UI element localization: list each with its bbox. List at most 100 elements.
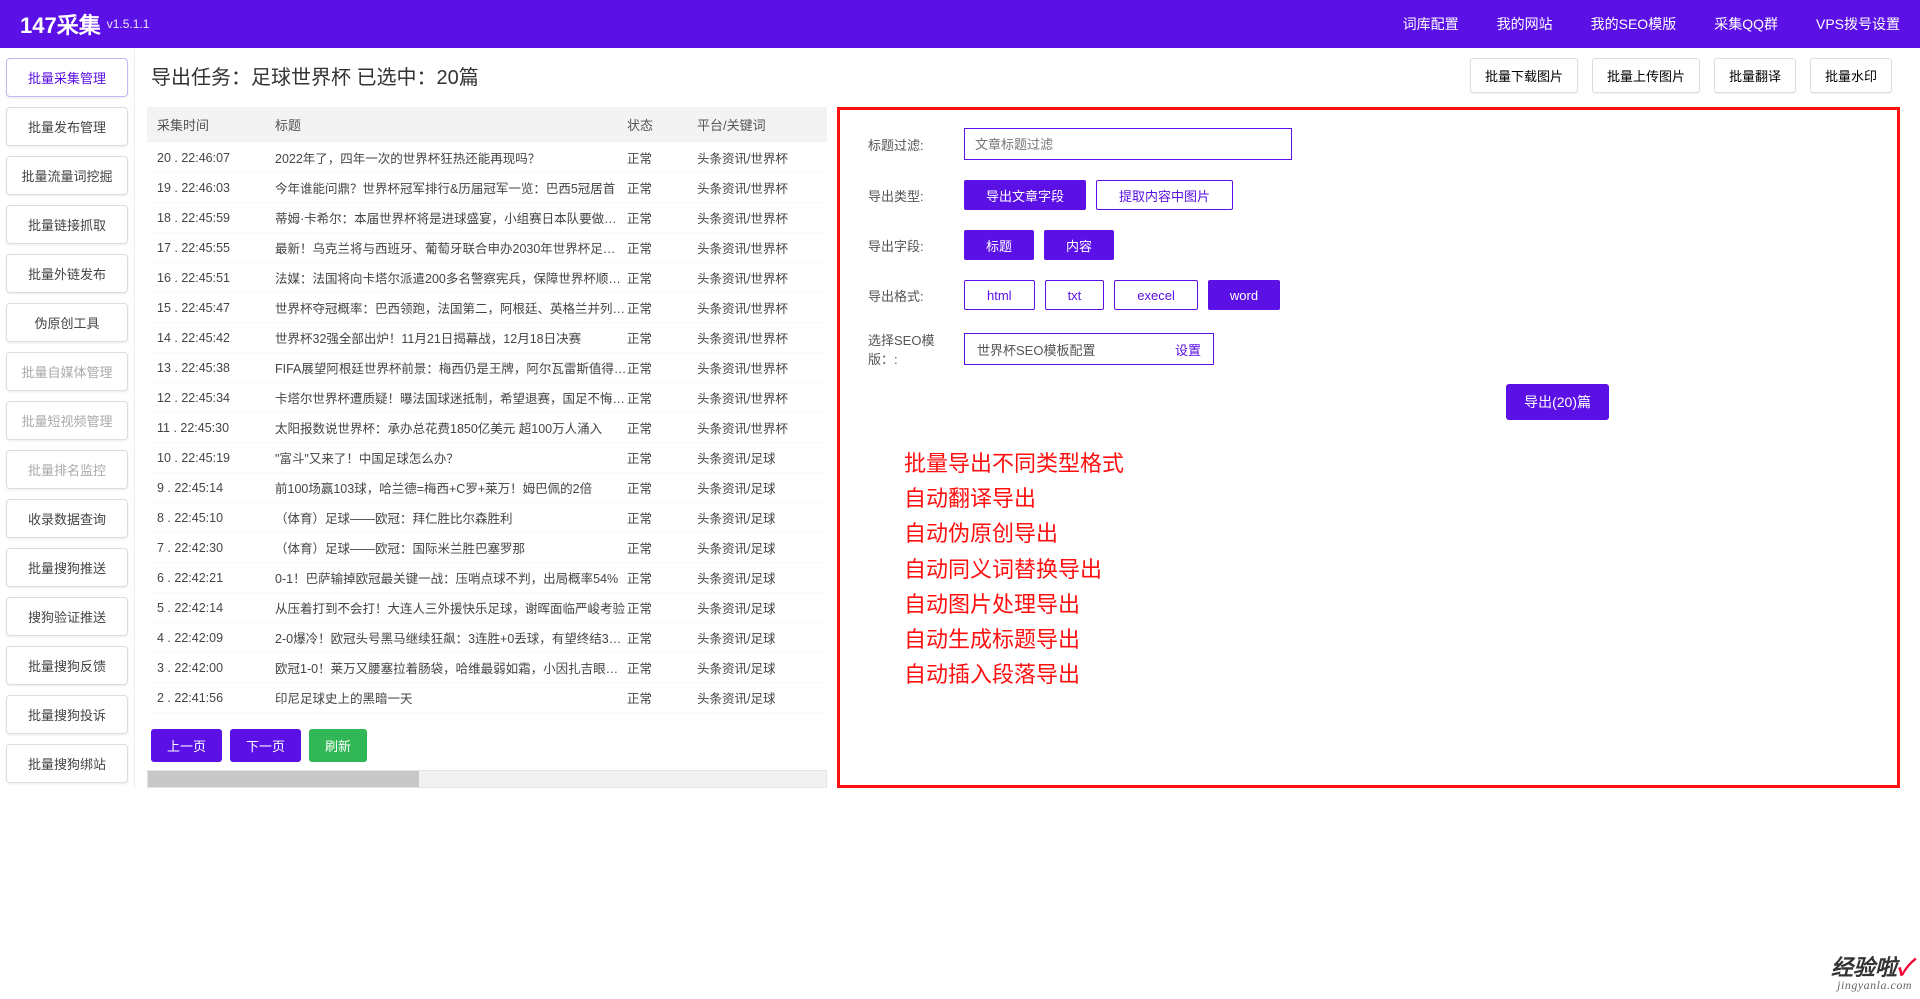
nav-qq-group[interactable]: 采集QQ群 — [1714, 14, 1778, 34]
cell-time: 14 . 22:45:42 — [157, 331, 275, 345]
feature-item: 自动图片处理导出 — [904, 587, 1869, 622]
bulk-upload-images-button[interactable]: 批量上传图片 — [1592, 58, 1700, 93]
export-field-label: 导出字段: — [868, 236, 964, 255]
cell-time: 9 . 22:45:14 — [157, 481, 275, 495]
cell-title: 印尼足球史上的黑暗一天 — [275, 688, 627, 707]
table-row[interactable]: 20 . 22:46:072022年了，四年一次的世界杯狂热还能再现吗？正常头条… — [147, 142, 827, 172]
bulk-download-images-button[interactable]: 批量下载图片 — [1470, 58, 1578, 93]
table-row[interactable]: 7 . 22:42:30（体育）足球——欧冠：国际米兰胜巴塞罗那正常头条资讯/足… — [147, 532, 827, 562]
cell-title: （体育）足球——欧冠：拜仁胜比尔森胜利 — [275, 508, 627, 527]
table-row[interactable]: 3 . 22:42:00欧冠1-0！莱万又腰塞拉着肠袋，哈维最弱如霜，小因扎吉眼… — [147, 652, 827, 682]
cell-time: 16 . 22:45:51 — [157, 271, 275, 285]
sidebar-item-0[interactable]: 批量采集管理 — [6, 58, 128, 97]
cell-time: 15 . 22:45:47 — [157, 301, 275, 315]
export-field-title[interactable]: 标题 — [964, 230, 1034, 260]
cell-time: 7 . 22:42:30 — [157, 541, 275, 555]
export-field-content[interactable]: 内容 — [1044, 230, 1114, 260]
prev-page-button[interactable]: 上一页 — [151, 729, 222, 762]
cell-status: 正常 — [627, 388, 697, 407]
feature-item: 自动插入段落导出 — [904, 657, 1869, 692]
nav-vps-dial[interactable]: VPS拨号设置 — [1816, 14, 1900, 34]
export-button[interactable]: 导出(20)篇 — [1506, 384, 1609, 420]
nav-dict-config[interactable]: 词库配置 — [1403, 14, 1459, 34]
table-row[interactable]: 15 . 22:45:47世界杯夺冠概率：巴西领跑，法国第二，阿根廷、英格兰并列… — [147, 292, 827, 322]
bulk-translate-button[interactable]: 批量翻译 — [1714, 58, 1796, 93]
title-filter-label: 标题过滤: — [868, 135, 964, 154]
sidebar-item-14[interactable]: 批量搜狗绑站 — [6, 744, 128, 783]
seo-template-settings-link[interactable]: 设置 — [1175, 340, 1201, 359]
cell-platform: 头条资讯/足球 — [697, 598, 817, 617]
cell-status: 正常 — [627, 178, 697, 197]
sidebar-item-5[interactable]: 伪原创工具 — [6, 303, 128, 342]
brand-title: 147采集 — [20, 8, 101, 40]
export-format-execel[interactable]: execel — [1114, 280, 1198, 310]
cell-time: 3 . 22:42:00 — [157, 661, 275, 675]
cell-platform: 头条资讯/世界杯 — [697, 298, 817, 317]
cell-status: 正常 — [627, 328, 697, 347]
cell-time: 19 . 22:46:03 — [157, 181, 275, 195]
cell-platform: 头条资讯/世界杯 — [697, 208, 817, 227]
cell-platform: 头条资讯/世界杯 — [697, 178, 817, 197]
cell-platform: 头条资讯/足球 — [697, 538, 817, 557]
cell-platform: 头条资讯/足球 — [697, 568, 817, 587]
seo-template-select[interactable]: 世界杯SEO模板配置 设置 — [964, 333, 1214, 365]
sidebar-item-3[interactable]: 批量链接抓取 — [6, 205, 128, 244]
table-row[interactable]: 11 . 22:45:30太阳报数说世界杯：承办总花费1850亿美元 超100万… — [147, 412, 827, 442]
cell-title: 从压着打到不会打！大连人三外援快乐足球，谢晖面临严峻考验 — [275, 598, 627, 617]
table-row[interactable]: 8 . 22:45:10（体育）足球——欧冠：拜仁胜比尔森胜利正常头条资讯/足球 — [147, 502, 827, 532]
cell-time: 20 . 22:46:07 — [157, 151, 275, 165]
sidebar-item-11[interactable]: 搜狗验证推送 — [6, 597, 128, 636]
sidebar-item-6: 批量自媒体管理 — [6, 352, 128, 391]
sidebar-item-2[interactable]: 批量流量词挖掘 — [6, 156, 128, 195]
sidebar-item-9[interactable]: 收录数据查询 — [6, 499, 128, 538]
export-format-html[interactable]: html — [964, 280, 1035, 310]
sidebar-item-13[interactable]: 批量搜狗投诉 — [6, 695, 128, 734]
table-row[interactable]: 16 . 22:45:51法媒：法国将向卡塔尔派遣200多名警察宪兵，保障世界杯… — [147, 262, 827, 292]
cell-status: 正常 — [627, 268, 697, 287]
title-filter-input[interactable] — [964, 128, 1292, 160]
table-row[interactable]: 10 . 22:45:19"富斗"又来了！中国足球怎么办？正常头条资讯/足球 — [147, 442, 827, 472]
table-row[interactable]: 18 . 22:45:59蒂姆·卡希尔：本届世界杯将是进球盛宴，小组赛日本队要做… — [147, 202, 827, 232]
nav-seo-templates[interactable]: 我的SEO模版 — [1591, 14, 1677, 34]
sidebar-item-12[interactable]: 批量搜狗反馈 — [6, 646, 128, 685]
cell-title: "富斗"又来了！中国足球怎么办？ — [275, 448, 627, 467]
export-type-fields[interactable]: 导出文章字段 — [964, 180, 1086, 210]
cell-time: 13 . 22:45:38 — [157, 361, 275, 375]
table-row[interactable]: 19 . 22:46:03今年谁能问鼎？世界杯冠军排行&历届冠军一览：巴西5冠居… — [147, 172, 827, 202]
table-row[interactable]: 12 . 22:45:34卡塔尔世界杯遭质疑！曝法国球迷抵制，希望退赛，国足不悔… — [147, 382, 827, 412]
export-type-images[interactable]: 提取内容中图片 — [1096, 180, 1233, 210]
cell-status: 正常 — [627, 358, 697, 377]
refresh-button[interactable]: 刷新 — [309, 729, 367, 762]
table-row[interactable]: 6 . 22:42:210-1！巴萨输掉欧冠最关键一战：压哨点球不判，出局概率5… — [147, 562, 827, 592]
sidebar-item-10[interactable]: 批量搜狗推送 — [6, 548, 128, 587]
export-format-label: 导出格式: — [868, 286, 964, 305]
cell-status: 正常 — [627, 538, 697, 557]
cell-time: 2 . 22:41:56 — [157, 691, 275, 705]
cell-time: 17 . 22:45:55 — [157, 241, 275, 255]
horizontal-scrollbar[interactable] — [147, 770, 827, 788]
cell-title: 卡塔尔世界杯遭质疑！曝法国球迷抵制，希望退赛，国足不悔悔出局 — [275, 388, 627, 407]
export-format-txt[interactable]: txt — [1045, 280, 1105, 310]
header-bar: 147采集 v1.5.1.1 词库配置 我的网站 我的SEO模版 采集QQ群 V… — [0, 0, 1920, 48]
export-format-word[interactable]: word — [1208, 280, 1280, 310]
cell-status: 正常 — [627, 628, 697, 647]
bulk-watermark-button[interactable]: 批量水印 — [1810, 58, 1892, 93]
cell-title: 0-1！巴萨输掉欧冠最关键一战：压哨点球不判，出局概率54% — [275, 568, 627, 587]
cell-title: （体育）足球——欧冠：国际米兰胜巴塞罗那 — [275, 538, 627, 557]
table-row[interactable]: 17 . 22:45:55最新！乌克兰将与西班牙、葡萄牙联合申办2030年世界杯… — [147, 232, 827, 262]
nav-my-sites[interactable]: 我的网站 — [1497, 14, 1553, 34]
table-row[interactable]: 13 . 22:45:38FIFA展望阿根廷世界杯前景：梅西仍是王牌，阿尔瓦雷斯… — [147, 352, 827, 382]
table-row[interactable]: 2 . 22:41:56印尼足球史上的黑暗一天正常头条资讯/足球 — [147, 682, 827, 712]
cell-title: FIFA展望阿根廷世界杯前景：梅西仍是王牌，阿尔瓦雷斯值得期待 — [275, 358, 627, 377]
cell-platform: 头条资讯/世界杯 — [697, 148, 817, 167]
seo-template-label: 选择SEO模版：: — [868, 330, 964, 368]
table-row[interactable]: 5 . 22:42:14从压着打到不会打！大连人三外援快乐足球，谢晖面临严峻考验… — [147, 592, 827, 622]
sidebar-item-1[interactable]: 批量发布管理 — [6, 107, 128, 146]
table-row[interactable]: 9 . 22:45:14前100场赢103球，哈兰德=梅西+C罗+莱万！姆巴佩的… — [147, 472, 827, 502]
table-row[interactable]: 14 . 22:45:42世界杯32强全部出炉！11月21日揭幕战，12月18日… — [147, 322, 827, 352]
sidebar: 批量采集管理批量发布管理批量流量词挖掘批量链接抓取批量外链发布伪原创工具批量自媒… — [0, 48, 135, 788]
table-row[interactable]: 4 . 22:42:092-0爆冷！欧冠头号黑马继续狂飙：3连胜+0丢球，有望终… — [147, 622, 827, 652]
sidebar-item-4[interactable]: 批量外链发布 — [6, 254, 128, 293]
next-page-button[interactable]: 下一页 — [230, 729, 301, 762]
cell-title: 2-0爆冷！欧冠头号黑马继续狂飙：3连胜+0丢球，有望终结30年苦等 — [275, 628, 627, 647]
